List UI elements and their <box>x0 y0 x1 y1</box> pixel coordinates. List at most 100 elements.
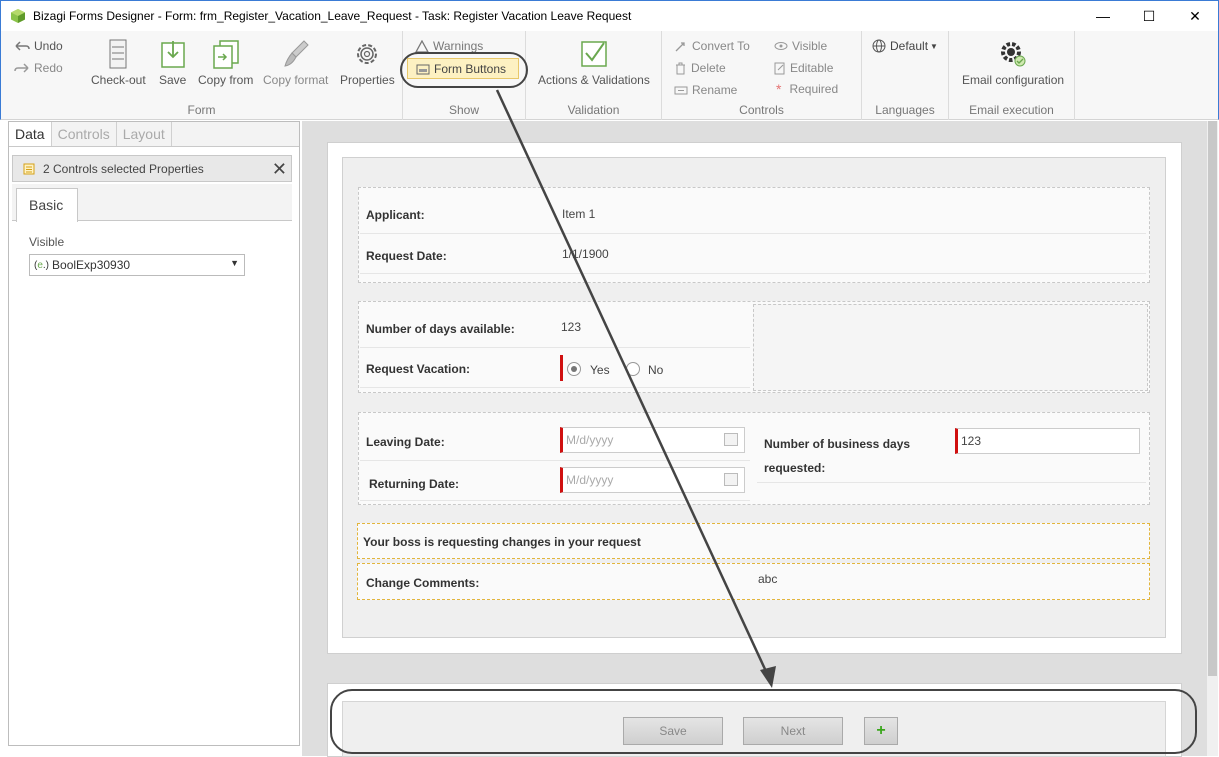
applicant-label: Applicant: <box>366 208 425 222</box>
boss-message: Your boss is requesting changes in your … <box>363 535 641 549</box>
undo-label: Undo <box>34 39 63 53</box>
checkout-button[interactable]: Check-out <box>91 39 146 87</box>
leaving-date-label: Leaving Date: <box>366 435 445 449</box>
visible-property-label: Visible <box>29 235 65 249</box>
language-label: Default <box>890 39 929 53</box>
copy-format-button[interactable]: Copy format <box>263 39 328 87</box>
copy-from-icon <box>212 40 239 69</box>
convert-to-button[interactable]: Convert To <box>674 39 750 53</box>
properties-label: Properties <box>340 73 395 87</box>
delete-label: Delete <box>691 61 726 75</box>
business-days-input[interactable]: 123 <box>955 428 1140 454</box>
show-group-label: Show <box>448 103 480 117</box>
form-group-label: Form <box>187 103 216 117</box>
visible-button[interactable]: Visible <box>774 39 827 53</box>
close-button[interactable]: ✕ <box>1172 1 1218 31</box>
tab-basic[interactable]: Basic <box>16 188 78 222</box>
server-icon <box>109 39 127 69</box>
chevron-down-icon: ▼ <box>930 41 938 51</box>
copy-format-label: Copy format <box>263 73 329 87</box>
paintbrush-icon <box>283 40 309 67</box>
bizagi-logo-icon <box>11 9 25 23</box>
ribbon-group-email: Email configuration Email execution <box>949 31 1075 120</box>
change-comments-value: abc <box>758 572 778 586</box>
globe-icon <box>872 39 886 53</box>
leaving-date-input[interactable]: M/d/yyyy <box>560 427 745 453</box>
edit-doc-icon <box>774 62 785 74</box>
rename-icon <box>674 86 688 94</box>
ribbon: Undo Redo Check-out Save Copy from Copy … <box>0 31 1219 120</box>
warnings-button[interactable]: Warnings <box>415 39 483 53</box>
checkout-label: Check-out <box>91 73 146 87</box>
ribbon-group-languages: Default ▼ Languages <box>862 31 949 120</box>
email-group-label: Email execution <box>969 103 1054 117</box>
ribbon-group-validation: Actions & Validations Validation <box>526 31 662 120</box>
returning-date-label: Returning Date: <box>369 477 459 491</box>
language-dropdown[interactable]: Default ▼ <box>872 39 938 53</box>
warnings-label: Warnings <box>433 39 484 53</box>
request-date-row[interactable] <box>360 236 1146 274</box>
asterisk-icon: * <box>776 81 782 97</box>
save-ribbon-button[interactable]: Save <box>159 39 186 87</box>
rename-button[interactable]: Rename <box>674 83 737 97</box>
applicant-row[interactable] <box>360 196 1146 234</box>
copy-from-button[interactable]: Copy from <box>198 39 253 87</box>
no-radio[interactable] <box>626 362 640 376</box>
properties-button[interactable]: Properties <box>340 39 395 87</box>
properties-title: 2 Controls selected Properties <box>43 161 204 176</box>
visible-ribbon-label: Visible <box>792 39 828 53</box>
visible-property-select[interactable]: (e.) BoolExp30930 ▼ <box>29 254 245 276</box>
scrollbar-thumb[interactable] <box>1208 121 1217 676</box>
days-section-empty-column[interactable] <box>753 304 1148 391</box>
left-panel-tabs: Data Controls Layout <box>9 122 299 147</box>
chevron-down-icon: ▼ <box>230 258 239 268</box>
email-gear-icon <box>1001 42 1026 67</box>
applicant-value: Item 1 <box>562 207 596 221</box>
email-configuration-label: Email configuration <box>962 73 1065 87</box>
languages-group-label: Languages <box>875 103 935 117</box>
close-properties-icon[interactable]: ✕ <box>272 159 287 180</box>
editable-label: Editable <box>790 61 834 75</box>
days-available-value: 123 <box>561 320 582 334</box>
tab-data[interactable]: Data <box>9 122 52 146</box>
returning-date-input[interactable]: M/d/yyyy <box>560 467 745 493</box>
delete-button[interactable]: Delete <box>674 61 726 75</box>
ribbon-group-form: Undo Redo Check-out Save Copy from Copy … <box>1 31 403 120</box>
expression-icon: (e.) <box>34 259 50 271</box>
actions-validations-button[interactable]: Actions & Validations <box>538 39 650 87</box>
properties-tabbar: Basic <box>12 184 292 222</box>
undo-button[interactable]: Undo <box>14 39 63 53</box>
eye-icon <box>774 42 788 50</box>
required-label: Required <box>789 82 839 96</box>
tab-layout[interactable]: Layout <box>117 122 172 146</box>
visible-property-value: BoolExp30930 <box>52 258 131 272</box>
calendar-icon[interactable] <box>724 473 738 486</box>
required-marker <box>560 355 563 381</box>
warning-icon <box>415 39 429 53</box>
no-label: No <box>648 363 664 377</box>
window-title: Bizagi Forms Designer - Form: frm_Regist… <box>33 9 632 23</box>
properties-list-icon <box>23 163 35 174</box>
email-configuration-button[interactable]: Email configuration <box>962 39 1064 87</box>
redo-button[interactable]: Redo <box>14 61 63 75</box>
calendar-icon[interactable] <box>724 433 738 446</box>
save-icon <box>160 41 185 68</box>
request-date-value: 1/1/1900 <box>562 247 609 261</box>
minimize-button[interactable]: — <box>1080 1 1126 31</box>
maximize-button[interactable]: ☐ <box>1126 1 1172 31</box>
convert-to-label: Convert To <box>692 39 750 53</box>
ribbon-group-controls: Convert To Delete Rename Visible Editabl… <box>662 31 862 120</box>
gear-icon <box>357 44 378 64</box>
properties-header: 2 Controls selected Properties ✕ <box>12 155 292 182</box>
controls-group-label: Controls <box>739 103 784 117</box>
days-available-label: Number of days available: <box>366 322 515 336</box>
required-button[interactable]: * Required <box>776 81 838 97</box>
editable-button[interactable]: Editable <box>774 61 833 75</box>
redo-label: Redo <box>34 61 63 75</box>
yes-radio[interactable] <box>567 362 581 376</box>
convert-icon <box>675 41 685 51</box>
tab-controls[interactable]: Controls <box>52 122 117 146</box>
yes-label: Yes <box>590 363 610 377</box>
undo-icon <box>15 41 30 51</box>
highlight-oval-button-bar <box>330 689 1197 754</box>
